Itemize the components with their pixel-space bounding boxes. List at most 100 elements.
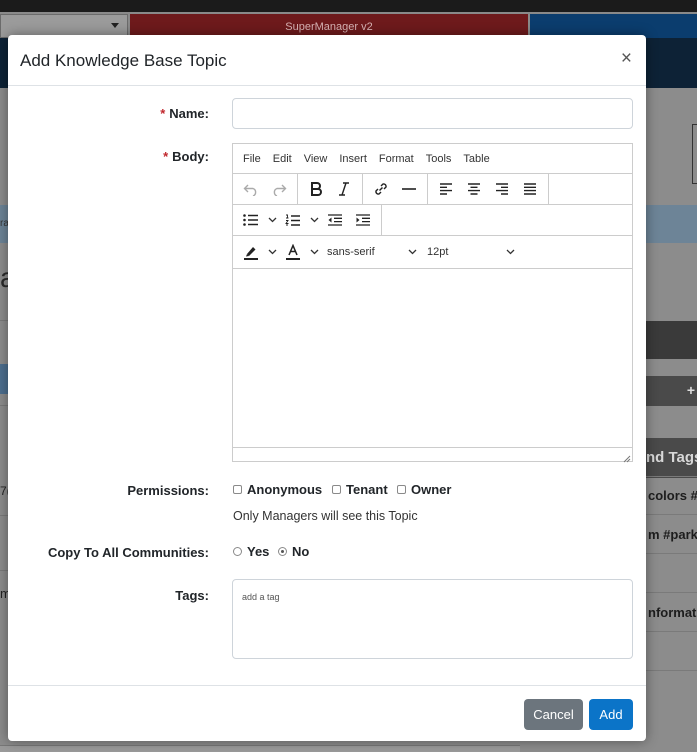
chevron-down-icon[interactable] [265, 238, 279, 266]
permission-anonymous-checkbox[interactable]: Anonymous [233, 482, 322, 497]
permissions-label: Permissions: [127, 483, 209, 498]
permission-owner-checkbox[interactable]: Owner [397, 482, 451, 497]
divider [646, 670, 697, 671]
permissions-help-text: Only Managers will see this Topic [233, 509, 418, 523]
align-left-icon[interactable] [432, 175, 460, 203]
copy-to-all-label: Copy To All Communities: [47, 545, 209, 560]
chevron-down-icon[interactable] [307, 206, 321, 234]
editor-toolbar-row [233, 205, 632, 236]
history-group [233, 174, 298, 204]
outdent-icon[interactable] [321, 206, 349, 234]
redo-icon[interactable] [265, 175, 293, 203]
permission-tenant-checkbox[interactable]: Tenant [332, 482, 388, 497]
menu-tools[interactable]: Tools [420, 153, 458, 165]
background-tag-line: nformati [648, 605, 697, 620]
menu-insert[interactable]: Insert [333, 153, 373, 165]
divider [646, 553, 697, 554]
background-bottom-bar [0, 745, 520, 752]
divider [0, 515, 8, 516]
background-tag-line: colors #p [648, 488, 697, 503]
checkbox-icon [332, 485, 341, 494]
editor-content-area[interactable] [233, 268, 632, 449]
close-icon[interactable]: × [621, 49, 632, 69]
resize-handle-icon[interactable] [622, 451, 631, 463]
divider [646, 592, 697, 593]
divider [0, 320, 8, 321]
insert-group [363, 174, 428, 204]
body-label: * Body: [163, 149, 209, 164]
bullet-list-split-button[interactable] [237, 206, 279, 234]
background-tag-line: m #parki [648, 527, 697, 542]
name-input[interactable] [232, 98, 633, 129]
list-group [233, 205, 382, 235]
align-center-icon[interactable] [460, 175, 488, 203]
format-group [298, 174, 363, 204]
menu-format[interactable]: Format [373, 153, 420, 165]
background-header-bar [646, 321, 697, 359]
divider [0, 570, 8, 571]
font-family-value: sans-serif [327, 245, 375, 258]
chevron-down-icon[interactable] [307, 238, 321, 266]
copy-no-radio[interactable]: No [278, 544, 309, 559]
copy-yes-radio[interactable]: Yes [233, 544, 269, 559]
menu-table[interactable]: Table [457, 153, 495, 165]
editor-menubar: File Edit View Insert Format Tools Table [233, 144, 632, 174]
add-button[interactable]: Add [589, 699, 633, 730]
background-toolbar: + [646, 376, 697, 406]
modal-footer: Cancel Add [8, 685, 646, 741]
undo-icon[interactable] [237, 175, 265, 203]
menu-edit[interactable]: Edit [267, 153, 298, 165]
rich-text-editor: File Edit View Insert Format Tools Table [232, 143, 633, 463]
italic-icon[interactable] [330, 175, 358, 203]
text-color-split-button[interactable] [279, 238, 321, 266]
background-tags-heading: nd Tags [646, 438, 697, 478]
editor-toolbar-row: sans-serif 12pt [233, 236, 632, 267]
required-marker: * [163, 149, 169, 164]
name-label-text: Name: [169, 106, 209, 121]
chevron-down-icon[interactable] [265, 206, 279, 234]
align-right-icon[interactable] [488, 175, 516, 203]
add-topic-modal: Add Knowledge Base Topic × * Name: * Body:… [8, 35, 646, 741]
bold-icon[interactable] [302, 175, 330, 203]
horizontal-rule-icon[interactable] [395, 175, 423, 203]
editor-toolbar-row [233, 174, 632, 205]
tags-input[interactable]: add a tag [232, 579, 633, 659]
highlight-color-split-button[interactable] [237, 238, 279, 266]
background-selected-cell [0, 364, 8, 394]
permission-tenant-label: Tenant [346, 482, 388, 497]
permission-owner-label: Owner [411, 482, 452, 497]
checkbox-icon [233, 485, 242, 494]
divider [646, 631, 697, 632]
divider [0, 405, 8, 406]
align-group [428, 174, 549, 204]
align-justify-icon[interactable] [516, 175, 544, 203]
menu-view[interactable]: View [298, 153, 334, 165]
numbered-list-icon[interactable] [279, 206, 307, 234]
chevron-down-icon [506, 246, 515, 258]
text-color-icon[interactable] [279, 238, 307, 266]
link-icon[interactable] [367, 175, 395, 203]
name-label: * Name: [160, 106, 209, 121]
font-size-value: 12pt [427, 245, 449, 258]
tags-placeholder: add a tag [242, 592, 280, 602]
menu-file[interactable]: File [237, 153, 267, 165]
indent-icon[interactable] [349, 206, 377, 234]
font-family-select[interactable]: sans-serif [321, 246, 421, 258]
font-size-select[interactable]: 12pt [421, 246, 521, 258]
radio-selected-icon [278, 547, 287, 556]
editor-statusbar [233, 447, 632, 463]
bullet-list-icon[interactable] [237, 206, 265, 234]
radio-icon [233, 547, 242, 556]
highlight-pen-icon[interactable] [237, 238, 265, 266]
body-label-text: Body: [172, 149, 209, 164]
modal-header: Add Knowledge Base Topic × [8, 35, 646, 86]
required-marker: * [160, 106, 166, 121]
copy-yes-label: Yes [247, 544, 270, 559]
chevron-down-icon [408, 246, 417, 258]
style-group: sans-serif 12pt [233, 236, 525, 267]
caret-down-icon [111, 23, 119, 28]
numbered-list-split-button[interactable] [279, 206, 321, 234]
tags-label: Tags: [175, 588, 209, 603]
cancel-button[interactable]: Cancel [524, 699, 583, 730]
checkbox-icon [397, 485, 406, 494]
